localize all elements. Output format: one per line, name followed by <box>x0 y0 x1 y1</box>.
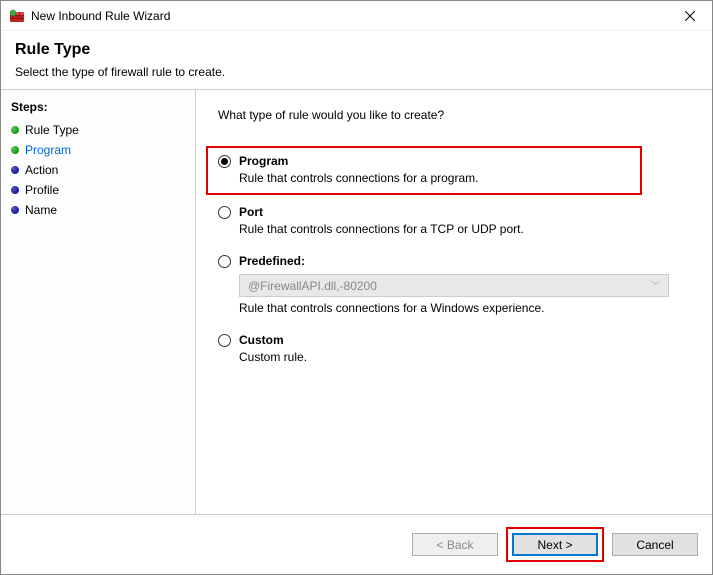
titlebar: New Inbound Rule Wizard <box>1 1 712 31</box>
back-button: < Back <box>412 533 498 556</box>
steps-label: Steps: <box>1 98 195 120</box>
step-bullet-icon <box>11 126 19 134</box>
window-title: New Inbound Rule Wizard <box>31 9 667 23</box>
page-subtitle: Select the type of firewall rule to crea… <box>15 65 698 79</box>
step-bullet-icon <box>11 146 19 154</box>
radio-program[interactable] <box>218 155 231 168</box>
option-custom[interactable]: Custom Custom rule. <box>218 333 690 364</box>
dropdown-value: @FirewallAPI.dll,-80200 <box>248 279 377 293</box>
step-bullet-icon <box>11 186 19 194</box>
next-highlight: Next > <box>506 527 604 562</box>
wizard-footer: < Back Next > Cancel <box>1 514 712 574</box>
option-header: Predefined: <box>218 254 690 268</box>
step-action[interactable]: Action <box>1 160 195 180</box>
wizard-window: New Inbound Rule Wizard Rule Type Select… <box>0 0 713 575</box>
step-profile[interactable]: Profile <box>1 180 195 200</box>
radio-port[interactable] <box>218 206 231 219</box>
option-predefined[interactable]: Predefined: @FirewallAPI.dll,-80200 ﹀ Ru… <box>218 254 690 315</box>
radio-predefined[interactable] <box>218 255 231 268</box>
main-content: What type of rule would you like to crea… <box>196 90 712 514</box>
option-label: Program <box>239 154 288 168</box>
option-header: Port <box>218 205 690 219</box>
wizard-body: Steps: Rule Type Program Action Profile … <box>1 90 712 514</box>
rule-type-options: Program Rule that controls connections f… <box>218 146 690 364</box>
step-label: Rule Type <box>25 123 79 137</box>
question-text: What type of rule would you like to crea… <box>218 108 690 122</box>
step-bullet-icon <box>11 166 19 174</box>
next-button[interactable]: Next > <box>512 533 598 556</box>
option-desc: Rule that controls connections for a pro… <box>239 171 630 185</box>
step-label: Action <box>25 163 58 177</box>
step-bullet-icon <box>11 206 19 214</box>
option-label: Port <box>239 205 263 219</box>
close-button[interactable] <box>667 1 712 31</box>
option-label: Custom <box>239 333 284 347</box>
option-desc: Custom rule. <box>239 350 690 364</box>
predefined-dropdown: @FirewallAPI.dll,-80200 ﹀ <box>239 274 669 297</box>
option-program[interactable]: Program Rule that controls connections f… <box>206 146 642 195</box>
steps-sidebar: Steps: Rule Type Program Action Profile … <box>1 90 196 514</box>
step-label: Name <box>25 203 57 217</box>
chevron-down-icon: ﹀ <box>651 279 660 292</box>
cancel-button[interactable]: Cancel <box>612 533 698 556</box>
option-desc: Rule that controls connections for a TCP… <box>239 222 690 236</box>
option-label: Predefined: <box>239 254 305 268</box>
option-header: Custom <box>218 333 690 347</box>
firewall-icon <box>9 8 25 24</box>
wizard-header: Rule Type Select the type of firewall ru… <box>1 31 712 90</box>
radio-custom[interactable] <box>218 334 231 347</box>
option-port[interactable]: Port Rule that controls connections for … <box>218 205 690 236</box>
page-title: Rule Type <box>15 41 698 59</box>
step-rule-type[interactable]: Rule Type <box>1 120 195 140</box>
step-label: Program <box>25 143 71 157</box>
option-header: Program <box>218 154 630 168</box>
step-name[interactable]: Name <box>1 200 195 220</box>
step-label: Profile <box>25 183 59 197</box>
option-desc: Rule that controls connections for a Win… <box>239 301 690 315</box>
step-program[interactable]: Program <box>1 140 195 160</box>
